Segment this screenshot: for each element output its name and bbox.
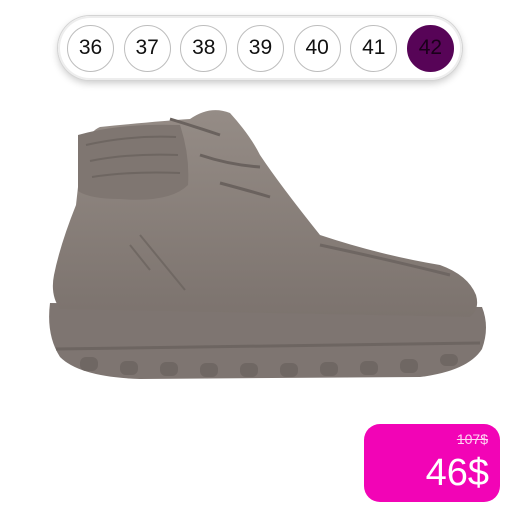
size-option-40[interactable]: 40 [293, 24, 341, 72]
size-option-41[interactable]: 41 [350, 24, 398, 72]
boot-icon [49, 110, 486, 379]
size-option-38[interactable]: 38 [180, 24, 228, 72]
price-tag: 107$ 46$ [364, 424, 500, 502]
size-option-36[interactable]: 36 [67, 24, 114, 72]
size-selector: 36 37 38 39 40 41 42 [58, 16, 462, 80]
size-option-37[interactable]: 37 [123, 24, 171, 72]
old-price: 107$ [456, 431, 488, 447]
size-option-39[interactable]: 39 [236, 24, 284, 72]
sale-price: 46$ [425, 452, 489, 494]
size-option-42[interactable]: 42 [406, 24, 454, 72]
